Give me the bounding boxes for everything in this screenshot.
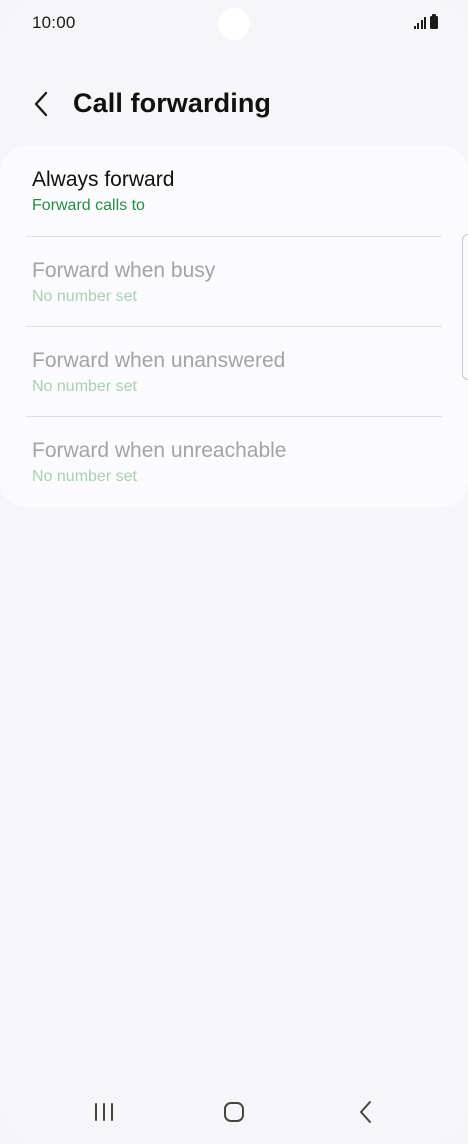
scroll-indicator[interactable]: [462, 234, 468, 380]
home-icon: [224, 1102, 244, 1122]
list-item-subtitle: No number set: [32, 468, 137, 485]
settings-card: Always forward Forward calls to Forward …: [0, 146, 468, 507]
phone-screen: 10:00 Call forwarding Always forward For…: [0, 0, 468, 1144]
recent-apps-icon: [95, 1103, 113, 1121]
list-item-title: Forward when unanswered: [32, 349, 286, 372]
navigation-bar: [0, 1084, 468, 1140]
camera-cutout: [218, 8, 250, 40]
home-button[interactable]: [204, 1092, 264, 1132]
app-header: Call forwarding: [0, 78, 468, 130]
list-item-title: Forward when unreachable: [32, 439, 287, 462]
list-item-forward-when-unanswered[interactable]: Forward when unanswered No number set: [0, 327, 468, 417]
list-item-forward-when-busy[interactable]: Forward when busy No number set: [0, 237, 468, 327]
status-bar: 10:00: [0, 0, 468, 48]
recent-apps-button[interactable]: [74, 1092, 134, 1132]
signal-icon: [413, 15, 426, 29]
back-icon: [360, 1101, 371, 1123]
list-item-subtitle: No number set: [32, 288, 137, 305]
list-item-always-forward[interactable]: Always forward Forward calls to: [0, 146, 468, 236]
list-item-title: Always forward: [32, 168, 175, 191]
back-button[interactable]: [24, 84, 58, 124]
list-item-subtitle: No number set: [32, 378, 137, 395]
page-title: Call forwarding: [73, 88, 272, 118]
list-item-title: Forward when busy: [32, 259, 216, 282]
list-item-forward-when-unreachable[interactable]: Forward when unreachable No number set: [0, 417, 468, 507]
nav-back-button[interactable]: [336, 1092, 396, 1132]
chevron-left-icon: [34, 91, 48, 117]
status-time: 10:00: [32, 13, 76, 32]
battery-icon: [430, 14, 438, 29]
status-icons: [413, 14, 438, 29]
list-item-subtitle: Forward calls to: [32, 197, 145, 214]
